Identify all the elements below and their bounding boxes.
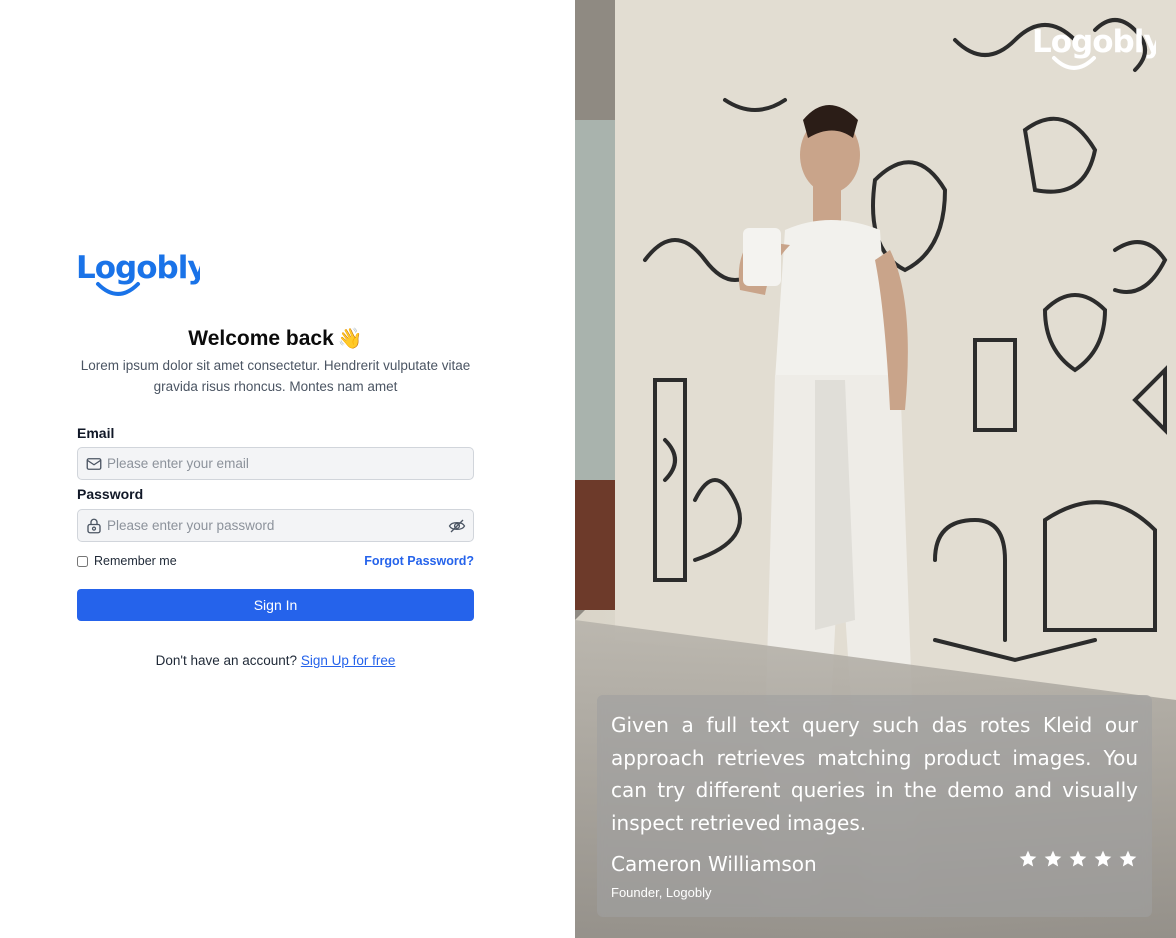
welcome-title: Welcome back	[188, 327, 334, 350]
sign-up-link[interactable]: Sign Up for free	[301, 653, 396, 668]
testimonial-card: Given a full text query such das rotes K…	[597, 695, 1152, 917]
email-label: Email	[77, 425, 115, 441]
testimonial-author: Cameron Williamson	[611, 852, 817, 876]
sign-in-button[interactable]: Sign In	[77, 589, 474, 621]
svg-text:Logobly: Logobly	[76, 250, 200, 286]
mail-icon	[86, 458, 102, 470]
remember-checkbox[interactable]	[77, 555, 88, 567]
remember-me[interactable]: Remember me	[77, 554, 177, 568]
star-icon	[1119, 850, 1137, 867]
svg-text:Logobly: Logobly	[1032, 24, 1156, 60]
star-icon	[1094, 850, 1112, 867]
logo-white: Logobly	[1032, 20, 1164, 76]
forgot-password-link[interactable]: Forgot Password?	[364, 554, 474, 568]
welcome-heading: Welcome back 👋	[77, 326, 474, 351]
testimonial-role: Founder, Logobly	[611, 885, 712, 900]
welcome-subtitle: Lorem ipsum dolor sit amet consectetur. …	[80, 358, 471, 394]
lock-icon	[87, 518, 101, 534]
password-input[interactable]	[107, 510, 437, 541]
testimonial-quote: Given a full text query such das rotes K…	[611, 713, 1138, 835]
signup-row: Don't have an account? Sign Up for free	[77, 653, 474, 668]
wave-emoji: 👋	[337, 328, 363, 350]
star-icon	[1069, 850, 1087, 867]
remember-label: Remember me	[94, 554, 177, 568]
password-field[interactable]	[77, 509, 474, 542]
rating-stars	[1018, 849, 1138, 869]
hero-panel: Logobly Given a full text query such das…	[575, 0, 1176, 938]
email-field[interactable]	[77, 447, 474, 480]
star-icon	[1044, 850, 1062, 867]
eye-off-icon[interactable]	[448, 517, 466, 535]
signup-prompt: Don't have an account?	[155, 653, 298, 668]
logo: Logobly	[76, 244, 208, 302]
star-icon	[1019, 850, 1037, 867]
login-panel: Logobly Welcome back 👋 Lorem ipsum dolor …	[0, 0, 575, 938]
email-input[interactable]	[107, 448, 437, 479]
password-label: Password	[77, 486, 144, 502]
